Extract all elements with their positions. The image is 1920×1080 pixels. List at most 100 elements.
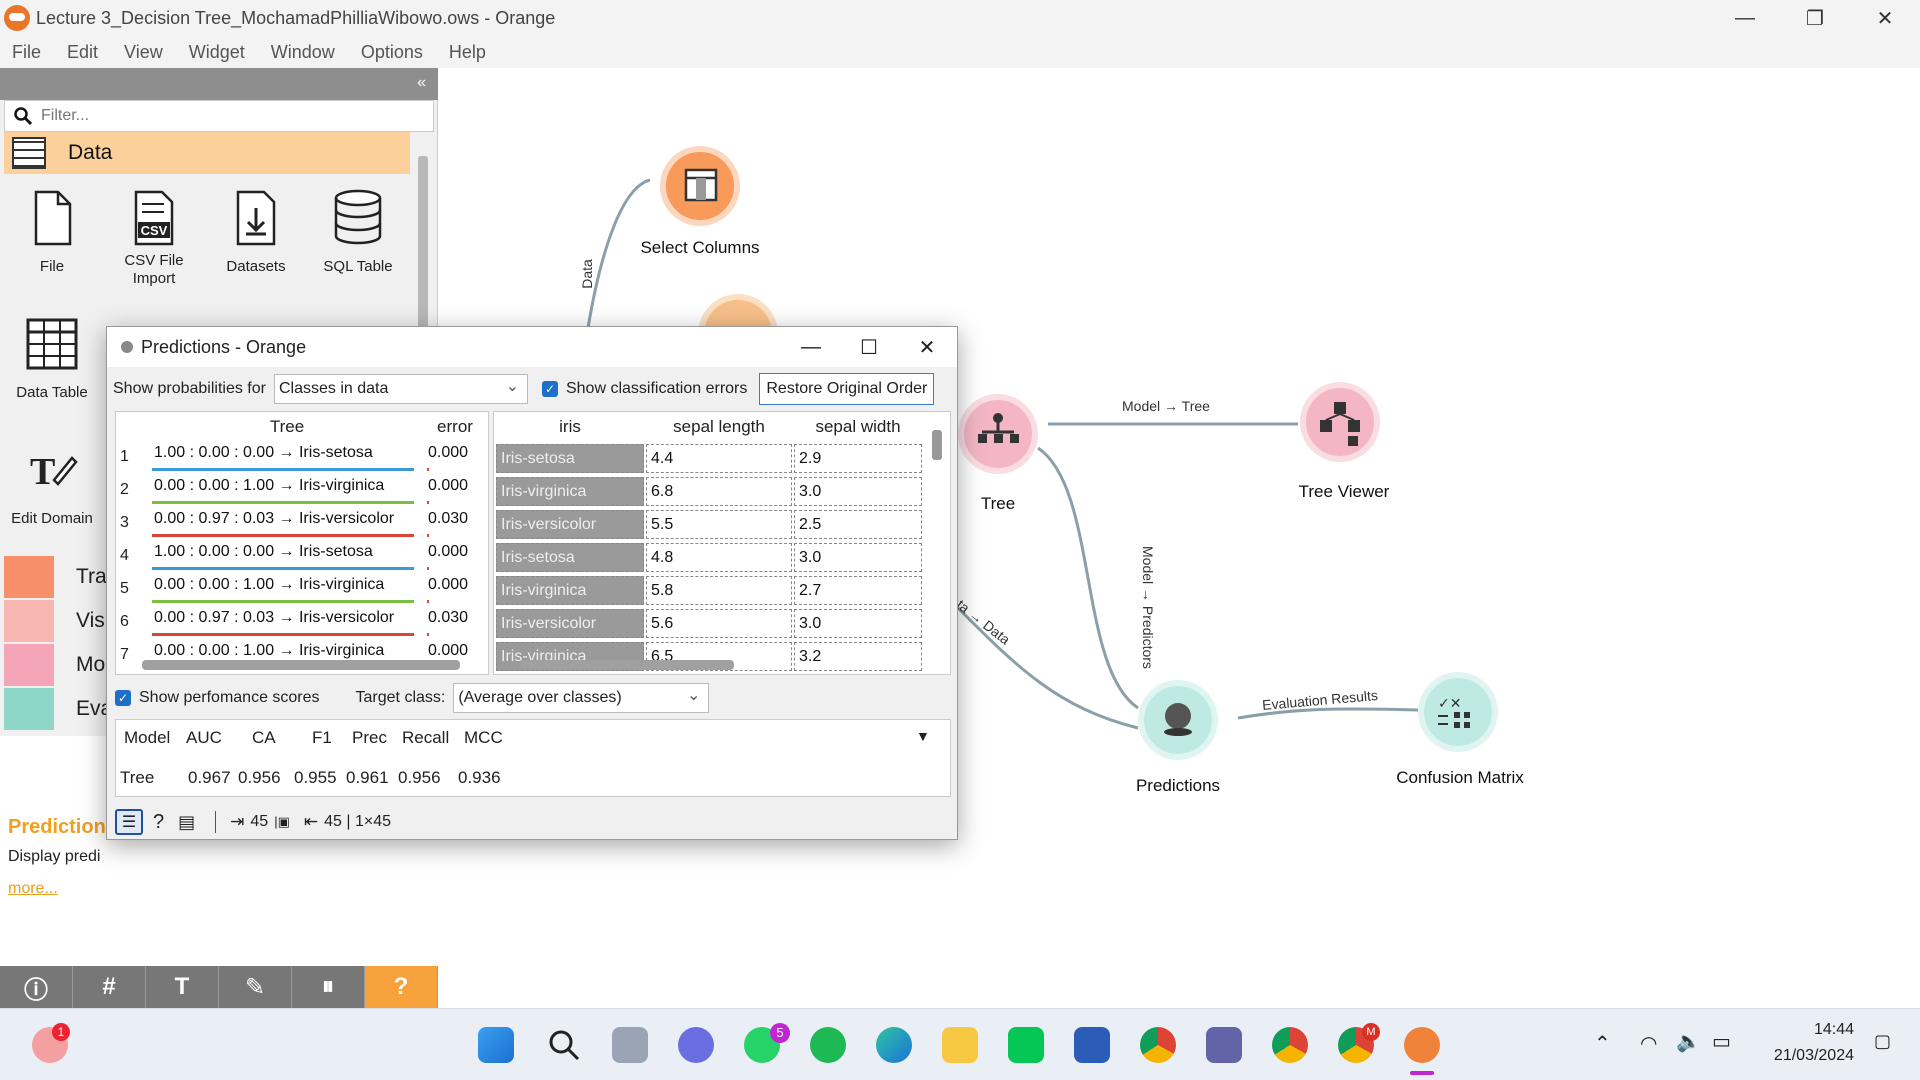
data-hscrollbar[interactable] xyxy=(520,660,734,670)
menu-widget[interactable]: Widget xyxy=(189,42,245,63)
show-errors-checkbox[interactable]: ✓ xyxy=(541,381,558,397)
header-sepal-length[interactable]: sepal length xyxy=(646,412,792,442)
help-icon[interactable]: ? xyxy=(153,811,164,834)
text-annotation-icon[interactable]: T xyxy=(146,966,219,1008)
widget-data-table[interactable]: Data Table xyxy=(2,314,102,401)
task-view-icon[interactable] xyxy=(612,1027,648,1063)
collapse-icon[interactable]: « xyxy=(417,74,426,92)
options-row: Show probabilities for Classes in data ✓… xyxy=(113,373,955,405)
header-error[interactable]: error xyxy=(422,412,488,442)
orange-taskbar-icon[interactable] xyxy=(1404,1027,1440,1063)
dialog-minimize-button[interactable]: — xyxy=(783,327,839,367)
data-table[interactable]: iris sepal length sepal width Iris-setos… xyxy=(493,411,951,675)
table-row[interactable]: 3 0.00 : 0.97 : 0.03 → Iris-versicolor 0… xyxy=(116,508,488,541)
link-model-predictors[interactable] xyxy=(1037,446,1139,710)
filter-input[interactable] xyxy=(41,107,421,125)
header-iris[interactable]: iris xyxy=(496,412,644,442)
table-row[interactable]: 5 0.00 : 0.00 : 1.00 → Iris-virginica 0.… xyxy=(116,574,488,607)
perf-header-ca[interactable]: CA xyxy=(252,728,276,748)
table-row[interactable]: Iris-setosa 4.8 3.0 xyxy=(494,541,950,574)
line-icon[interactable] xyxy=(1008,1027,1044,1063)
close-button[interactable]: ✕ xyxy=(1850,0,1920,36)
dialog-maximize-button[interactable]: ☐ xyxy=(841,327,897,367)
row-index: 6 xyxy=(120,613,129,630)
table-row[interactable]: 6 0.00 : 0.97 : 0.03 → Iris-versicolor 0… xyxy=(116,607,488,640)
perf-header-mcc[interactable]: MCC xyxy=(464,728,503,748)
table-row[interactable]: Iris-virginica 5.8 2.7 xyxy=(494,574,950,607)
clock-date[interactable]: 21/03/2024 xyxy=(1762,1047,1854,1065)
teams-chat-icon[interactable] xyxy=(678,1027,714,1063)
widget-sql-table[interactable]: SQL Table xyxy=(308,188,408,275)
table-row[interactable]: Iris-versicolor 5.5 2.5 xyxy=(494,508,950,541)
wifi-icon[interactable]: ◠ xyxy=(1640,1031,1657,1056)
notification-icon[interactable]: ▢ xyxy=(1874,1031,1891,1052)
output-icon: ⇤ xyxy=(303,812,319,831)
teams-icon[interactable] xyxy=(1206,1027,1242,1063)
menu-file[interactable]: File xyxy=(12,42,41,63)
node-select-columns[interactable] xyxy=(660,146,740,226)
grid-icon[interactable]: # xyxy=(73,966,146,1008)
widget-edit-domain[interactable]: T Edit Domain xyxy=(2,440,102,527)
widget-file[interactable]: File xyxy=(2,188,102,275)
battery-icon[interactable]: ▭ xyxy=(1712,1029,1731,1054)
prediction-cell: 0.00 : 0.97 : 0.03 → Iris-versicolor xyxy=(154,609,395,626)
table-row[interactable]: 1 1.00 : 0.00 : 0.00 → Iris-setosa 0.000 xyxy=(116,442,488,475)
node-tree-viewer[interactable] xyxy=(1300,382,1380,462)
perf-header-model[interactable]: Model xyxy=(124,728,170,748)
category-data[interactable]: Data xyxy=(4,132,410,174)
chevron-up-icon[interactable]: ⌃ xyxy=(1594,1031,1611,1056)
show-perf-checkbox[interactable]: ✓ xyxy=(115,690,131,706)
perf-header-f1[interactable]: F1 xyxy=(312,728,332,748)
info-icon[interactable]: ⓘ xyxy=(0,966,73,1008)
clock-time[interactable]: 14:44 xyxy=(1774,1021,1854,1039)
chrome-profile-icon[interactable] xyxy=(1272,1027,1308,1063)
maximize-button[interactable]: ❐ xyxy=(1780,0,1850,36)
node-confusion-matrix[interactable]: ✓✕ xyxy=(1418,672,1498,752)
file-explorer-icon[interactable] xyxy=(942,1027,978,1063)
menu-options[interactable]: Options xyxy=(361,42,423,63)
restore-order-button[interactable]: Restore Original Order xyxy=(759,373,935,405)
edge-icon[interactable] xyxy=(876,1027,912,1063)
minimize-button[interactable]: — xyxy=(1710,0,1780,36)
search-icon[interactable] xyxy=(546,1027,582,1063)
pause-icon[interactable]: ⏸ xyxy=(292,966,365,1008)
volume-icon[interactable]: 🔈 xyxy=(1676,1029,1701,1054)
table-row[interactable]: Iris-setosa 4.4 2.9 xyxy=(494,442,950,475)
perf-menu-icon[interactable]: ▼ xyxy=(916,728,930,744)
perf-header-auc[interactable]: AUC xyxy=(186,728,222,748)
report-icon[interactable]: ▤ xyxy=(178,812,195,833)
table-row[interactable]: 2 0.00 : 0.00 : 1.00 → Iris-virginica 0.… xyxy=(116,475,488,508)
input-detail-icon: |▣ xyxy=(274,814,290,829)
start-icon[interactable] xyxy=(478,1027,514,1063)
arrow-annotation-icon[interactable]: ✎ xyxy=(219,966,292,1008)
target-class-select[interactable]: (Average over classes) xyxy=(453,683,710,713)
show-prob-select[interactable]: Classes in data xyxy=(273,374,528,404)
predictions-table[interactable]: Tree error 1 1.00 : 0.00 : 0.00 → Iris-s… xyxy=(115,411,489,675)
dialog-close-button[interactable]: ✕ xyxy=(899,327,955,367)
error-cell: 0.030 xyxy=(428,510,469,527)
table-row[interactable]: Iris-virginica 6.8 3.0 xyxy=(494,475,950,508)
spotify-icon[interactable] xyxy=(810,1027,846,1063)
table-row[interactable]: 4 1.00 : 0.00 : 0.00 → Iris-setosa 0.000 xyxy=(116,541,488,574)
table-row[interactable]: Iris-versicolor 5.6 3.0 xyxy=(494,607,950,640)
menu-icon[interactable]: ☰ xyxy=(115,809,143,835)
menu-window[interactable]: Window xyxy=(271,42,335,63)
predictions-hscrollbar[interactable] xyxy=(142,660,460,670)
menu-edit[interactable]: Edit xyxy=(67,42,98,63)
help-icon[interactable]: ? xyxy=(365,966,438,1008)
header-sepal-width[interactable]: sepal width xyxy=(794,412,922,442)
data-vscrollbar[interactable] xyxy=(932,430,942,460)
description-more-link[interactable]: more... xyxy=(8,880,58,898)
chrome-icon[interactable] xyxy=(1140,1027,1176,1063)
menu-help[interactable]: Help xyxy=(449,42,486,63)
widget-csv-import[interactable]: CSV CSV File Import xyxy=(104,188,204,288)
node-predictions[interactable] xyxy=(1138,680,1218,760)
widget-datasets[interactable]: Datasets xyxy=(206,188,306,275)
perf-header-recall[interactable]: Recall xyxy=(402,728,449,748)
perf-header-prec[interactable]: Prec xyxy=(352,728,387,748)
perf-value-auc: 0.967 xyxy=(188,768,231,787)
word-icon[interactable] xyxy=(1074,1027,1110,1063)
header-tree[interactable]: Tree xyxy=(152,412,422,442)
node-tree[interactable] xyxy=(958,394,1038,474)
menu-view[interactable]: View xyxy=(124,42,163,63)
